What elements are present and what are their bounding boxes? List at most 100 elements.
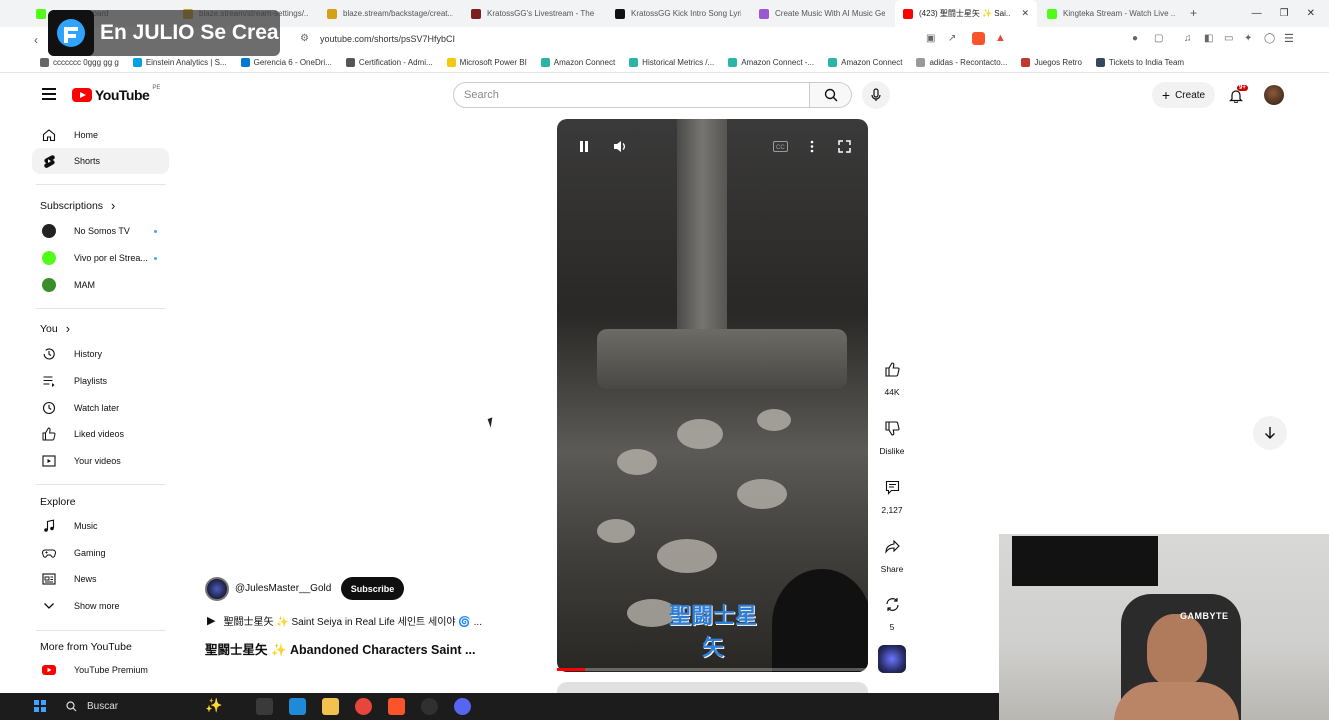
sidebar-item-mam[interactable]: MAM [32,272,169,298]
bookmark-item[interactable]: Historical Metrics /... [629,58,714,67]
bookmark-item[interactable]: Juegos Retro [1021,58,1082,67]
screenshot-icon[interactable]: ▢ [1154,33,1163,44]
sidebar-item-vivo-por-el-strea[interactable]: Vivo por el Strea... [32,245,169,271]
back-icon[interactable]: ‹ [34,33,38,47]
bookmark-item[interactable]: adidas - Recontacto... [916,58,1007,67]
cast-icon[interactable]: ▣ [926,33,935,44]
sidebar-item-show-more[interactable]: Show more [32,593,169,619]
browser-tab[interactable]: Create Music With AI Music Ge... [751,0,893,27]
bookmark-item[interactable]: Amazon Connect [828,58,902,67]
comments-action[interactable]: 2,127 [876,473,908,515]
arrow-down-icon [1265,427,1275,439]
subscribe-button[interactable]: Subscribe [341,577,404,600]
like-action[interactable]: 44K [876,355,908,397]
file-explorer-icon[interactable] [322,698,339,715]
fullscreen-button[interactable] [830,132,858,160]
volume-button[interactable] [606,132,634,160]
brave-icon[interactable] [388,698,405,715]
share-icon[interactable]: ↗ [948,33,956,44]
bookmark-item[interactable]: Gerencia 6 - OneDri... [240,58,332,67]
account-avatar[interactable] [1264,85,1284,105]
you-heading[interactable]: You › [40,321,70,336]
video-progress-track[interactable] [557,668,868,671]
next-short-button[interactable] [1253,416,1287,450]
svg-text:CC: CC [776,145,785,151]
app-icon[interactable] [454,698,471,715]
browser-tab[interactable]: blaze.stream/backstage/creat... [319,0,461,27]
sidebar-item-news[interactable]: News [32,566,169,592]
minimize-icon[interactable]: — [1252,8,1262,19]
close-icon[interactable]: ✕ [1307,8,1315,19]
more-options-button[interactable] [798,132,826,160]
sound-link[interactable]: ▶ 聖闘士星矢 ✨ Saint Seiya in Real Life 세인트 세… [207,613,482,628]
sidebar-item-your-videos[interactable]: Your videos [32,448,169,474]
sidebar-item-home[interactable]: Home [32,122,169,148]
remix-action[interactable]: 5 [876,590,908,632]
channel-name[interactable]: @JulesMaster__Gold [235,583,331,594]
bookmark-item[interactable]: Microsoft Power BI [446,58,527,67]
sidebar-item-shorts[interactable]: Shorts [32,148,169,174]
task-view-icon[interactable] [256,698,273,715]
site-settings-icon[interactable]: ⚙ [300,33,309,44]
browser-tab[interactable]: Kingteka Stream - Watch Live ... [1039,0,1184,27]
captions-button[interactable]: CC [766,132,794,160]
sound-title: 聖闘士星矢 ✨ Saint Seiya in Real Life 세인트 세이야… [223,617,482,628]
pause-button[interactable] [570,132,598,160]
sidebar-item-history[interactable]: History [32,341,169,367]
leo-icon[interactable]: ✦ [1244,33,1252,44]
sidebar-item-music[interactable]: Music [32,513,169,539]
search-input[interactable]: Search [453,82,810,108]
chrome-icon[interactable] [355,698,372,715]
extensions-icon[interactable]: ● [1132,33,1138,44]
brave-rewards-icon[interactable]: ▲ [995,32,1008,45]
obs-icon[interactable] [421,698,438,715]
bookmark-item[interactable]: Certification - Admi... [345,58,433,67]
mouse-cursor [487,417,496,428]
new-tab-button[interactable]: + [1190,6,1197,20]
wallet-icon[interactable]: ▭ [1224,33,1233,44]
bookmark-label: Tickets to India Team [1108,58,1185,67]
channel-avatar[interactable] [205,577,229,601]
browser-tab[interactable]: KratossGG Kick Intro Song Lyri... [607,0,749,27]
sidebar-icon[interactable]: ◧ [1204,33,1213,44]
browser-tab[interactable]: KratossGG's Livestream - The ... [463,0,605,27]
video-frame-ledge [597,329,847,389]
menu-icon[interactable]: ☰ [1284,32,1294,45]
dislike-action[interactable]: Dislike [876,414,908,456]
webcam-overlay [999,534,1329,720]
sound-channel-thumbnail[interactable] [878,645,906,673]
share-action[interactable]: Share [876,532,908,574]
tab-close-icon[interactable]: ✕ [1021,8,1029,19]
sidebar-item-watch-later[interactable]: Watch later [32,395,169,421]
guide-menu-icon[interactable] [42,88,56,100]
voice-search-button[interactable] [862,81,890,109]
bookmark-favicon-icon [1095,58,1105,67]
bookmark-item[interactable]: Tickets to India Team [1095,58,1185,67]
more-from-youtube-heading: More from YouTube [40,641,132,653]
create-button[interactable]: + Create [1152,82,1215,108]
browser-tab[interactable]: (423) 聖闘士星矢 ✨ Sai... ✕ [895,0,1037,27]
bookmark-item[interactable]: Amazon Connect [540,58,615,67]
shorts-video-player[interactable] [557,119,868,672]
sidebar-item-playlists[interactable]: Playlists [32,368,169,394]
bookmark-item[interactable]: Amazon Connect -... [728,58,814,67]
url-field[interactable]: youtube.com/shorts/psSV7HfybCI [320,34,455,44]
sidebar-item-no-somos-tv[interactable]: No Somos TV [32,218,169,244]
brave-shields-icon[interactable] [972,32,985,45]
channel-avatar-icon [42,251,56,265]
vpn-icon[interactable]: ◯ [1264,33,1275,44]
bookmark-item[interactable]: Einstein Analytics | S... [132,58,227,67]
next-short-preview[interactable] [557,682,868,693]
windows-start-icon[interactable] [34,700,46,712]
new-content-dot [154,230,157,233]
subscriptions-heading[interactable]: Subscriptions › [40,198,115,213]
edge-icon[interactable] [289,698,306,715]
media-icon[interactable]: ♫ [1184,33,1192,44]
youtube-logo[interactable]: YouTube PE [72,85,160,103]
restore-icon[interactable]: ❐ [1280,8,1289,19]
search-button[interactable] [810,82,852,108]
sidebar-item-liked-videos[interactable]: Liked videos [32,421,169,447]
sidebar-item-youtube-premium[interactable]: YouTube Premium [32,657,169,683]
sidebar-item-gaming[interactable]: Gaming [32,540,169,566]
bookmark-item[interactable]: ccccccc 0ggg gg g [40,58,119,67]
